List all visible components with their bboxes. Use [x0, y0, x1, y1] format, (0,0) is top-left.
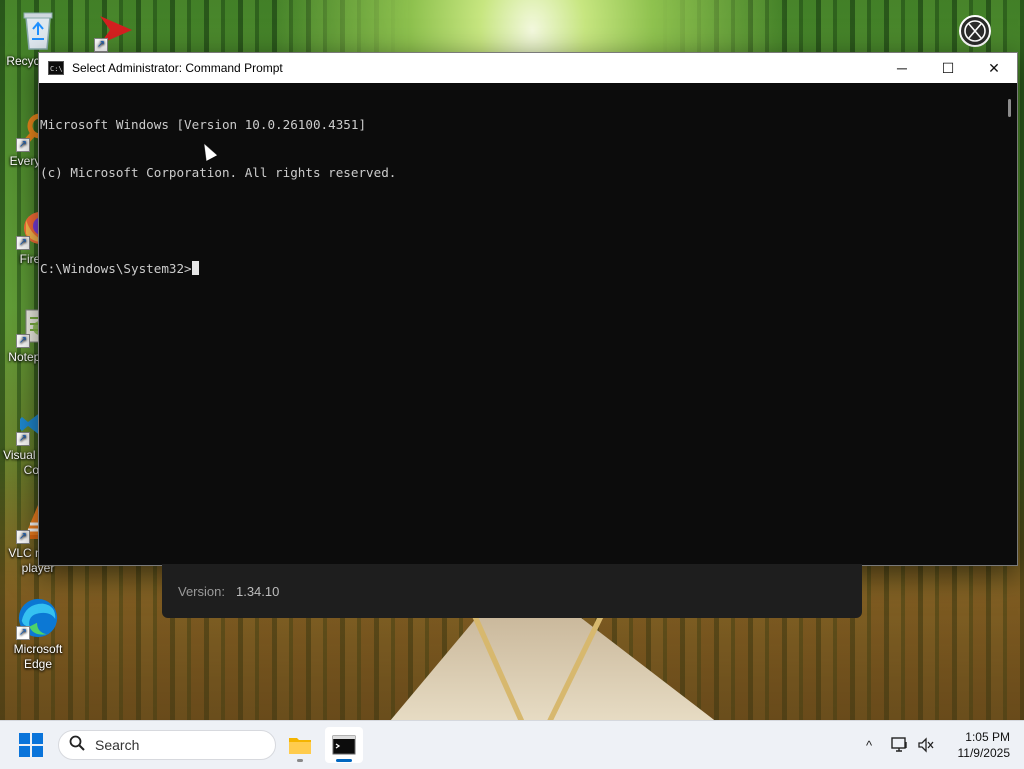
active-indicator: [336, 759, 352, 762]
shortcut-arrow-icon: ↗: [16, 334, 30, 348]
shortcut-arrow-icon: ↗: [16, 236, 30, 250]
taskbar-app-command-prompt[interactable]: [325, 727, 363, 763]
shortcut-arrow-icon: ↗: [16, 432, 30, 446]
volume-muted-icon[interactable]: [916, 735, 936, 755]
desktop-icon-app-shortcut[interactable]: ↗: [80, 8, 152, 54]
taskbar: ^ 1:05 PM 11/9/2025: [0, 720, 1024, 769]
minimize-button[interactable]: ─: [879, 53, 925, 83]
console-prompt: C:\Windows\System32>: [40, 261, 192, 276]
version-value: 1.34.10: [235, 583, 280, 599]
cmd-icon: C:\: [48, 61, 64, 75]
command-prompt-window[interactable]: C:\ Select Administrator: Command Prompt…: [38, 52, 1018, 566]
search-input[interactable]: [93, 736, 267, 754]
wallpaper-rail-right: [546, 612, 606, 722]
taskbar-app-file-explorer[interactable]: [281, 727, 319, 763]
window-title: Select Administrator: Command Prompt: [72, 61, 283, 75]
windows-logo-icon: [19, 733, 43, 757]
text-cursor: [191, 261, 199, 275]
network-icon[interactable]: [890, 735, 910, 755]
file-explorer-icon: [289, 738, 311, 754]
clock-time: 1:05 PM: [965, 730, 1010, 744]
start-button[interactable]: [19, 733, 43, 757]
console-line: Microsoft Windows [Version 10.0.26100.43…: [40, 117, 367, 132]
console-prompt-line[interactable]: C:\Windows\System32>: [40, 261, 1017, 277]
recycle-bin-icon: [16, 8, 60, 52]
desktop-icon-label: Microsoft Edge: [13, 642, 63, 671]
shortcut-arrow-icon: ↗: [94, 38, 108, 52]
tray-overflow-chevron-icon[interactable]: ^: [859, 735, 879, 755]
version-panel: Version: 1.34.10: [162, 564, 862, 618]
vertical-scrollbar[interactable]: [1000, 83, 1017, 564]
shortcut-arrow-icon: ↗: [16, 626, 30, 640]
close-button[interactable]: ✕: [971, 53, 1017, 83]
window-titlebar[interactable]: C:\ Select Administrator: Command Prompt…: [39, 53, 1017, 83]
user-account-icon[interactable]: [958, 14, 992, 48]
maximize-button[interactable]: ☐: [925, 53, 971, 83]
shortcut-arrow-icon: ↗: [16, 530, 30, 544]
version-label: Version:: [178, 583, 225, 599]
console-output[interactable]: Microsoft Windows [Version 10.0.26100.43…: [39, 83, 1017, 564]
search-icon: [69, 735, 85, 756]
clock-date: 11/9/2025: [957, 746, 1011, 760]
cmd-icon: [332, 735, 356, 755]
taskbar-clock[interactable]: 1:05 PM 11/9/2025: [940, 729, 1011, 761]
shortcut-arrow-icon: ↗: [16, 138, 30, 152]
taskbar-search[interactable]: [58, 730, 276, 760]
running-indicator: [297, 759, 303, 762]
mouse-pointer-icon: [198, 141, 218, 161]
desktop-icon-edge[interactable]: ↗ Microsoft Edge: [2, 596, 74, 672]
wallpaper-rail-left: [470, 612, 525, 722]
scrollbar-thumb[interactable]: [1008, 99, 1011, 117]
console-line: (c) Microsoft Corporation. All rights re…: [40, 165, 397, 180]
